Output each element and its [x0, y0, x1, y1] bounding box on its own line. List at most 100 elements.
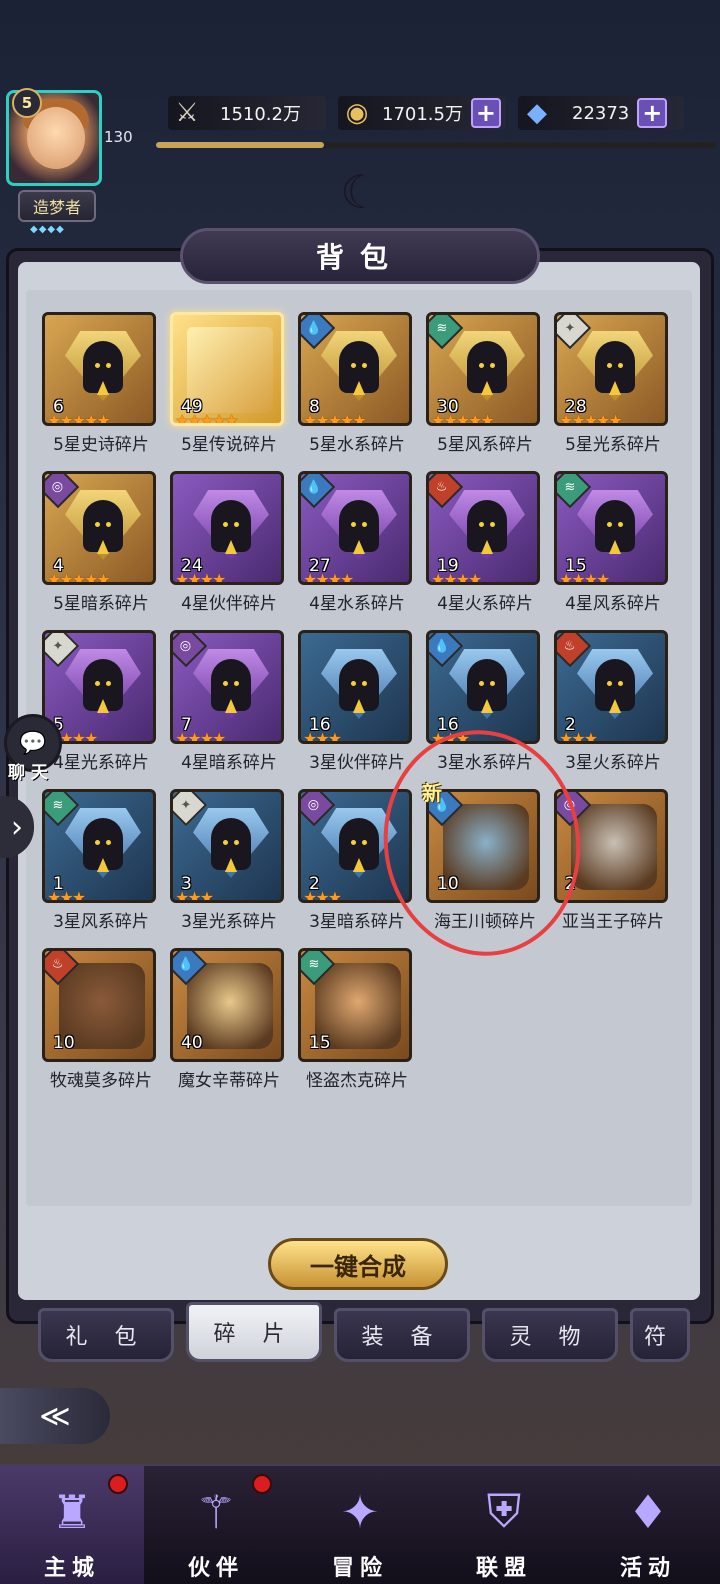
fragment-label: 5星暗系碎片: [53, 594, 149, 614]
hooded-figure-icon: [467, 659, 507, 711]
fragment-item[interactable]: ≋ 15 ★★★★ 4星风系碎片: [550, 471, 668, 621]
hooded-figure-icon: [211, 818, 251, 870]
fragment-item[interactable]: ◎ 4 ★★★★★ 5星暗系碎片: [38, 471, 156, 621]
fragment-label: 魔女辛蒂碎片: [178, 1071, 280, 1091]
fragment-label: 牧魂莫多碎片: [50, 1071, 152, 1091]
nav-item-cards[interactable]: ♦ 活动: [576, 1466, 720, 1584]
star-rating: ★★★: [175, 888, 214, 903]
add-gold-button[interactable]: +: [470, 98, 501, 128]
fragment-icon-frame: 49 ★★★★★: [170, 312, 284, 426]
fragment-item[interactable]: ✦ 3 ★★★ 3星光系碎片: [166, 789, 284, 939]
fragment-item[interactable]: 6 ★★★★★ 5星史诗碎片: [38, 312, 156, 462]
fragment-count: 15: [309, 1033, 331, 1053]
fragment-label: 5星光系碎片: [565, 435, 661, 455]
nav-item-shield[interactable]: ⛨ 联盟: [432, 1466, 576, 1584]
fragment-item[interactable]: 💧 40 魔女辛蒂碎片: [166, 948, 284, 1098]
tab-4[interactable]: 符: [630, 1308, 690, 1362]
nav-label: 联盟: [475, 1556, 532, 1581]
fragment-label: 5星风系碎片: [437, 435, 533, 455]
fragment-item[interactable]: ◎ 7 ★★★★ 4星暗系碎片: [166, 630, 284, 780]
fragment-icon-frame: 💧 27 ★★★★: [298, 471, 412, 585]
one-click-merge-button[interactable]: 一键合成: [268, 1238, 448, 1290]
fragment-item[interactable]: ♨ 10 牧魂莫多碎片: [38, 948, 156, 1098]
fragment-icon-frame: ◎ 7 ★★★★: [170, 630, 284, 744]
bag-panel-title: 背包: [180, 228, 540, 284]
fragment-icon-frame: 16 ★★★: [298, 630, 412, 744]
nav-label: 冒险: [331, 1556, 388, 1581]
fragment-label: 5星水系碎片: [309, 435, 405, 455]
player-level-badge: 5: [12, 88, 42, 118]
fragment-icon-frame: 💧 8 ★★★★★: [298, 312, 412, 426]
fragment-label: 4星伙伴碎片: [181, 594, 277, 614]
fragment-label: 3星光系碎片: [181, 912, 277, 932]
sword-icon: ⚔: [175, 98, 199, 128]
cards-icon: ♦: [627, 1485, 669, 1539]
star-rating: ★★★: [303, 888, 342, 903]
star-rating: ★★★: [47, 888, 86, 903]
add-diamond-button[interactable]: +: [637, 98, 668, 128]
hooded-figure-icon: [339, 818, 379, 870]
gold-value: 1701.5万: [382, 104, 463, 125]
fragment-item[interactable]: ♨ 19 ★★★★ 4星火系碎片: [422, 471, 540, 621]
star-rating: ★★★: [559, 729, 598, 744]
tab-3[interactable]: 灵 物: [482, 1308, 618, 1362]
fragment-item[interactable]: 16 ★★★ 3星伙伴碎片: [294, 630, 412, 780]
star-rating: ★★★★★: [303, 411, 367, 426]
fragment-item[interactable]: ≋ 30 ★★★★★ 5星风系碎片: [422, 312, 540, 462]
fragment-item[interactable]: ♨ 2 ★★★ 3星火系碎片: [550, 630, 668, 780]
hooded-figure-icon: [339, 659, 379, 711]
fragment-icon-frame: 💧 40: [170, 948, 284, 1062]
back-button[interactable]: ≪: [0, 1388, 110, 1444]
fragment-item[interactable]: ≋ 15 怪盗杰克碎片: [294, 948, 412, 1098]
star-rating: ★★★★★: [559, 411, 623, 426]
fragment-label: 4星水系碎片: [309, 594, 405, 614]
bag-tabs: 礼 包碎 片装 备灵 物符: [38, 1302, 720, 1364]
fragment-icon-frame: ≋ 1 ★★★: [42, 789, 156, 903]
hooded-figure-icon: [83, 341, 123, 393]
fragment-label: 3星风系碎片: [53, 912, 149, 932]
power-value: 1510.2万: [220, 104, 301, 125]
nav-item-castle[interactable]: ♜ 主城: [0, 1466, 144, 1584]
wizard-hat-icon: ⚚: [195, 1485, 237, 1539]
castle-icon: ♜: [51, 1485, 93, 1539]
panel-title-text: 背包: [315, 241, 404, 274]
bottom-navigation: ♜ 主城 ⚚ 伙伴 ✦ 冒险 ⛨ 联盟 ♦ 活动: [0, 1464, 720, 1584]
fragment-label: 3星火系碎片: [565, 753, 661, 773]
exp-progress-bar: [156, 142, 716, 148]
back-arrow-icon: ≪: [39, 1398, 71, 1434]
chat-bubble-icon: 💬: [19, 730, 47, 756]
tab-0[interactable]: 礼 包: [38, 1308, 174, 1362]
fragment-icon-frame: 24 ★★★★: [170, 471, 284, 585]
tab-2[interactable]: 装 备: [334, 1308, 470, 1362]
hooded-figure-icon: [211, 659, 251, 711]
fragment-item[interactable]: ✦ 28 ★★★★★ 5星光系碎片: [550, 312, 668, 462]
fragment-label: 怪盗杰克碎片: [306, 1071, 408, 1091]
tab-1[interactable]: 碎 片: [186, 1302, 322, 1362]
star-rating: ★★★★★: [47, 570, 111, 585]
hooded-figure-icon: [595, 659, 635, 711]
fragment-icon-frame: ◎ 4 ★★★★★: [42, 471, 156, 585]
fragment-icon-frame: ♨ 19 ★★★★: [426, 471, 540, 585]
player-exp-value: 130: [104, 128, 133, 146]
fragment-icon-frame: ✦ 3 ★★★: [170, 789, 284, 903]
fragment-item[interactable]: 49 ★★★★★ 5星传说碎片: [166, 312, 284, 462]
fragment-item[interactable]: 💧 8 ★★★★★ 5星水系碎片: [294, 312, 412, 462]
player-title[interactable]: 造梦者: [18, 190, 96, 222]
diamond-value: 22373: [572, 102, 630, 124]
fragment-icon-frame: ♨ 2 ★★★: [554, 630, 668, 744]
fragment-item[interactable]: 💧 27 ★★★★ 4星水系碎片: [294, 471, 412, 621]
fragment-item[interactable]: ≋ 1 ★★★ 3星风系碎片: [38, 789, 156, 939]
fragment-item[interactable]: 24 ★★★★ 4星伙伴碎片: [166, 471, 284, 621]
hero-portrait-icon: [571, 804, 657, 890]
title-rank-dots: ◆◆◆◆: [30, 224, 65, 235]
fragment-label: 4星风系碎片: [565, 594, 661, 614]
nav-item-compass[interactable]: ✦ 冒险: [288, 1466, 432, 1584]
fragment-label: 4星火系碎片: [437, 594, 533, 614]
fragment-icon-frame: ≋ 15 ★★★★: [554, 471, 668, 585]
hooded-figure-icon: [211, 500, 251, 552]
hooded-figure-icon: [595, 500, 635, 552]
nav-item-wizard-hat[interactable]: ⚚ 伙伴: [144, 1466, 288, 1584]
fragment-icon-frame: ✦ 5 ★★★★: [42, 630, 156, 744]
hooded-figure-icon: [83, 500, 123, 552]
star-rating: ★★★★: [175, 729, 226, 744]
